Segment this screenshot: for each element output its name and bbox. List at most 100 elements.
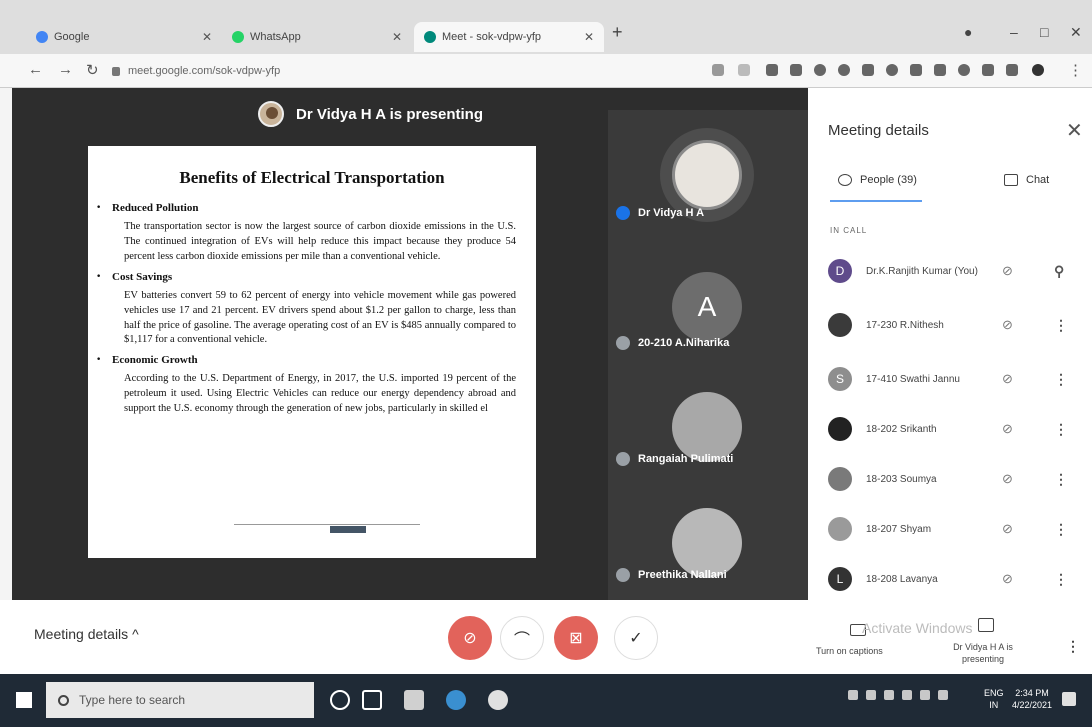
- clock-date: 4/22/2021: [1012, 699, 1053, 710]
- edge-icon[interactable]: [446, 690, 466, 710]
- presenting-text: Dr Vidya H A is presenting: [296, 105, 483, 123]
- check-icon[interactable]: ✓: [614, 616, 658, 660]
- extension-icon[interactable]: [982, 64, 994, 76]
- browser-tab-meet[interactable]: Meet - sok-vdpw-yfp ✕: [414, 22, 604, 52]
- participant-row[interactable]: 17-230 R.Nithesh ⊘ ⋮: [828, 308, 1080, 342]
- back-icon[interactable]: ←: [28, 61, 43, 78]
- more-options-icon[interactable]: ⋮: [1054, 571, 1068, 588]
- network-icon[interactable]: [866, 690, 876, 700]
- url-bar[interactable]: meet.google.com/sok-vdpw-yfp: [112, 60, 698, 82]
- minimize-icon[interactable]: –: [1010, 24, 1018, 40]
- address-bar-row: ← → ↻ meet.google.com/sok-vdpw-yfp ⋮: [0, 54, 1092, 88]
- close-window-icon[interactable]: ✕: [1070, 24, 1082, 41]
- extension-icon[interactable]: [862, 64, 874, 76]
- language-indicator[interactable]: ENG IN: [984, 688, 1004, 711]
- browser-tab-whatsapp[interactable]: WhatsApp ✕: [222, 22, 412, 52]
- participant-tile[interactable]: A 20-210 A.Niharika: [608, 240, 808, 358]
- extension-icon[interactable]: [1006, 64, 1018, 76]
- presenting-status[interactable]: Dr Vidya H A is presenting: [948, 642, 1018, 665]
- slide-section-heading: Cost Savings: [96, 268, 516, 286]
- more-options-icon[interactable]: ⋮: [1054, 521, 1068, 538]
- meeting-details-button[interactable]: Meeting details ^: [34, 626, 139, 642]
- task-view-icon[interactable]: [362, 690, 382, 710]
- extension-icon[interactable]: [958, 64, 970, 76]
- close-tab-icon[interactable]: ✕: [392, 30, 402, 44]
- extension-icon[interactable]: [790, 64, 802, 76]
- screen: Google ✕ WhatsApp ✕ Meet - sok-vdpw-yfp …: [0, 0, 1092, 727]
- in-call-label: IN CALL: [830, 226, 868, 235]
- participant-tile[interactable]: Dr Vidya H A: [608, 110, 808, 228]
- star-icon[interactable]: [738, 64, 750, 76]
- participant-row[interactable]: 18-207 Shyam ⊘ ⋮: [828, 512, 1080, 546]
- extension-icon[interactable]: [766, 64, 778, 76]
- participant-name: 18-203 Soumya: [866, 473, 937, 485]
- new-tab-icon[interactable]: +: [612, 22, 623, 43]
- microphone-toggle-button[interactable]: ⊘: [448, 616, 492, 660]
- tab-title: WhatsApp: [250, 31, 301, 43]
- tab-people[interactable]: People (39): [838, 174, 917, 186]
- camera-toggle-button[interactable]: ⊠: [554, 616, 598, 660]
- taskbar-search-box[interactable]: Type here to search: [46, 682, 314, 718]
- more-options-icon[interactable]: ⋮: [1066, 638, 1080, 655]
- more-options-icon[interactable]: ⋮: [1054, 471, 1068, 488]
- participant-row[interactable]: D Dr.K.Ranjith Kumar (You) ⊘ ⚲: [828, 254, 1080, 288]
- participant-row[interactable]: S 17-410 Swathi Jannu ⊘ ⋮: [828, 362, 1080, 396]
- more-options-icon[interactable]: ⋮: [1054, 317, 1068, 334]
- leave-call-button[interactable]: ⌒: [500, 616, 544, 660]
- checkmark-icon: ✓: [629, 630, 643, 647]
- participant-row[interactable]: 18-202 Srikanth ⊘ ⋮: [828, 412, 1080, 446]
- google-favicon-icon: [36, 31, 48, 43]
- file-explorer-icon[interactable]: [404, 690, 424, 710]
- chrome-icon[interactable]: [488, 690, 508, 710]
- browser-menu-icon[interactable]: ⋮: [1068, 61, 1083, 79]
- tab-title: Meet - sok-vdpw-yfp: [442, 31, 542, 43]
- system-clock[interactable]: 2:34 PM 4/22/2021: [1012, 688, 1052, 711]
- cortana-icon[interactable]: [330, 690, 350, 710]
- slide-section-body: According to the U.S. Department of Ener…: [124, 373, 516, 415]
- extension-icon[interactable]: [886, 64, 898, 76]
- close-icon[interactable]: ✕: [1066, 118, 1083, 143]
- onedrive-icon[interactable]: [884, 690, 894, 700]
- extension-icon[interactable]: [910, 64, 922, 76]
- captions-button-label[interactable]: Turn on captions: [816, 646, 883, 656]
- slide-title: Benefits of Electrical Transportation: [179, 168, 445, 187]
- tab-people-label: People (39): [860, 174, 917, 186]
- windows-start-icon[interactable]: [16, 692, 32, 708]
- more-options-icon[interactable]: ⋮: [1054, 371, 1068, 388]
- shared-slide: Benefits of Electrical Transportation Re…: [88, 146, 536, 558]
- maximize-icon[interactable]: □: [1040, 24, 1048, 40]
- pin-icon[interactable]: ⚲: [1054, 263, 1064, 280]
- avatar: S: [828, 367, 852, 391]
- mic-off-icon: ⊘: [1002, 263, 1013, 278]
- close-tab-icon[interactable]: ✕: [202, 30, 212, 44]
- more-options-icon[interactable]: ⋮: [1054, 421, 1068, 438]
- participant-name: Preethika Nallani: [638, 569, 727, 581]
- forward-icon[interactable]: →: [58, 61, 73, 78]
- reload-icon[interactable]: ↻: [86, 61, 99, 79]
- participant-name: Dr Vidya H A: [638, 207, 705, 219]
- browser-tab-google[interactable]: Google ✕: [26, 22, 222, 52]
- participant-tile[interactable]: Preethika Nallani: [608, 472, 808, 590]
- extension-icon[interactable]: [814, 64, 826, 76]
- extension-icon[interactable]: [712, 64, 724, 76]
- tab-chat[interactable]: Chat: [1004, 174, 1049, 186]
- close-tab-icon[interactable]: ✕: [584, 30, 594, 44]
- account-avatar-icon[interactable]: [1032, 64, 1044, 76]
- present-now-icon[interactable]: [978, 618, 994, 632]
- slide-section-body: EV batteries convert 59 to 62 percent of…: [124, 289, 516, 346]
- mic-off-icon: [616, 336, 630, 350]
- participant-tile[interactable]: Rangaiah Pulimati: [608, 356, 808, 474]
- participant-row[interactable]: 18-203 Soumya ⊘ ⋮: [828, 462, 1080, 496]
- volume-icon[interactable]: [920, 690, 930, 700]
- pen-icon[interactable]: [902, 690, 912, 700]
- activate-windows-watermark: Activate Windows: [862, 620, 973, 636]
- profile-icon[interactable]: ●: [964, 24, 972, 40]
- participant-row[interactable]: L 18-208 Lavanya ⊘ ⋮: [828, 562, 1080, 596]
- mic-off-icon: [616, 452, 630, 466]
- show-hidden-icons[interactable]: [848, 690, 858, 700]
- extension-icon[interactable]: [934, 64, 946, 76]
- notification-icon[interactable]: [1062, 692, 1076, 706]
- meeting-details-panel: Meeting details ✕ People (39) Chat IN CA…: [808, 88, 1092, 674]
- keyboard-icon[interactable]: [938, 690, 948, 700]
- extension-icon[interactable]: [838, 64, 850, 76]
